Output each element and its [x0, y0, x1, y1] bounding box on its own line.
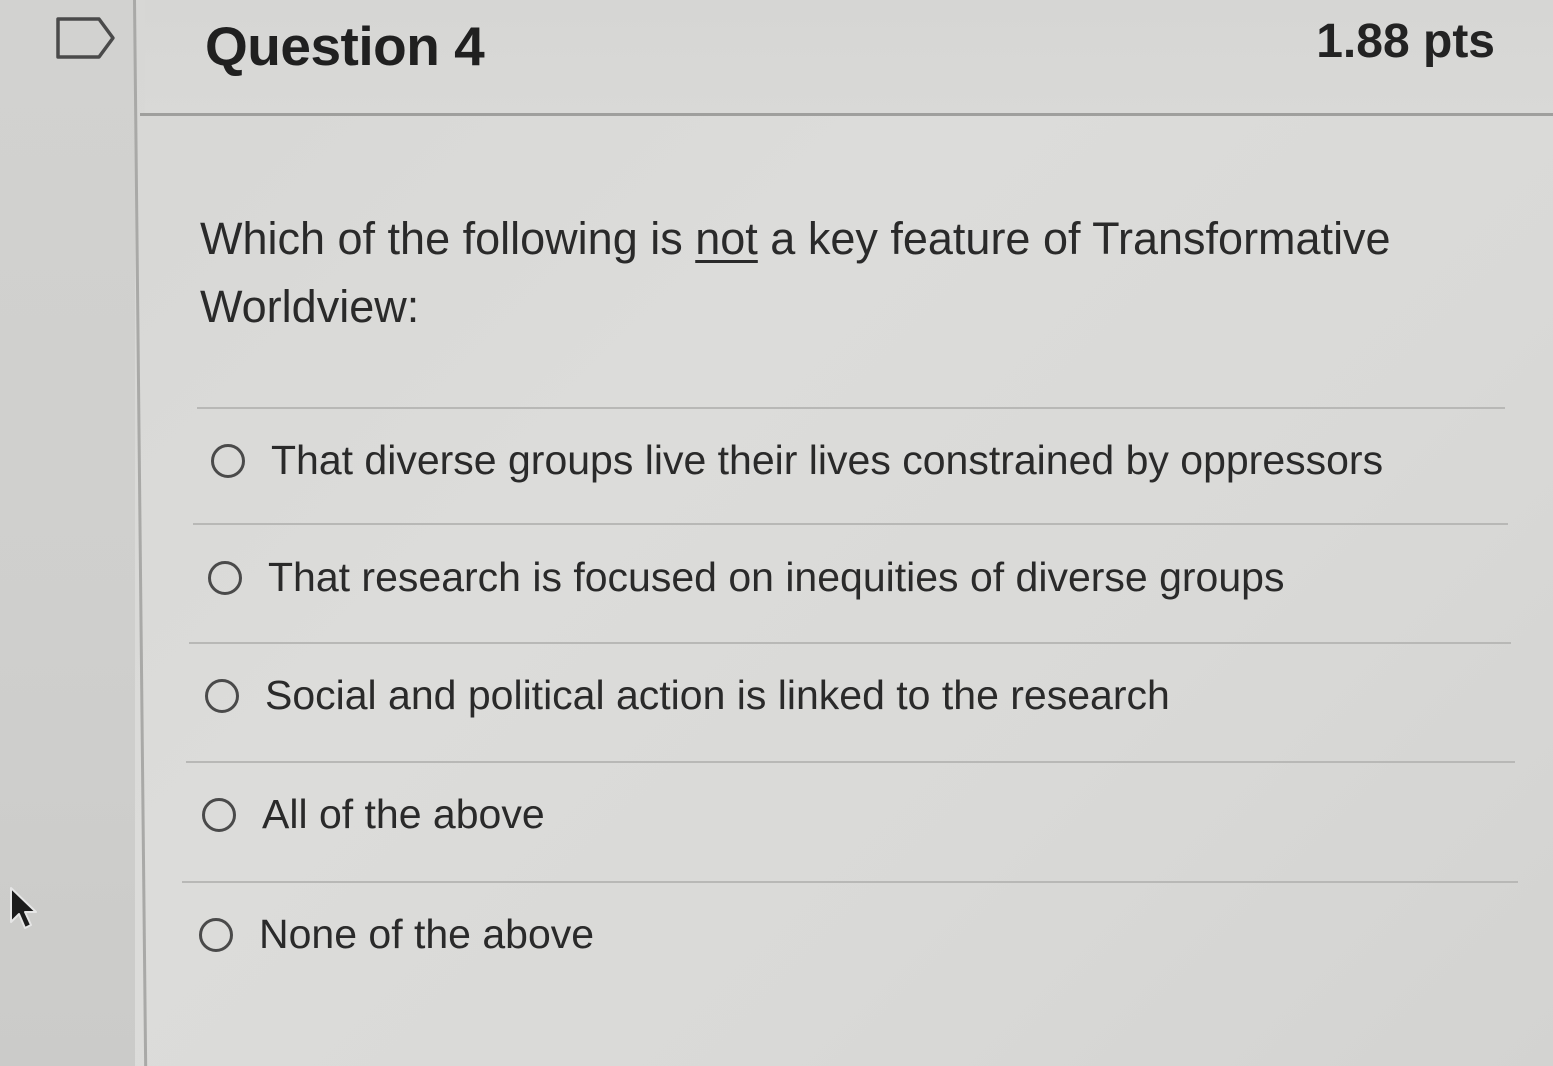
answer-option-label: That diverse groups live their lives con…: [271, 437, 1384, 483]
cursor-icon: [10, 887, 37, 929]
answer-option-label: All of the above: [262, 791, 545, 837]
answer-divider: [197, 407, 1505, 409]
answer-option[interactable]: Social and political action is linked to…: [205, 672, 1170, 719]
answer-option-label: Social and political action is linked to…: [265, 672, 1170, 718]
answer-option[interactable]: All of the above: [202, 791, 545, 838]
answer-option-label: That research is focused on inequities o…: [268, 554, 1285, 600]
answer-divider: [193, 523, 1508, 525]
answer-option[interactable]: That research is focused on inequities o…: [208, 554, 1284, 601]
question-text: Which of the following is not a key feat…: [200, 205, 1510, 341]
radio-icon[interactable]: [205, 678, 239, 713]
radio-icon[interactable]: [211, 443, 245, 478]
question-points: 1.88 pts: [1316, 15, 1495, 68]
header-divider: [140, 113, 1553, 116]
radio-icon[interactable]: [199, 917, 233, 952]
answer-divider: [182, 881, 1518, 883]
left-border: [133, 0, 148, 1066]
answer-option[interactable]: None of the above: [199, 911, 594, 958]
answer-divider: [186, 761, 1515, 763]
answer-option[interactable]: That diverse groups live their lives con…: [211, 437, 1383, 484]
radio-icon[interactable]: [208, 560, 242, 595]
radio-icon[interactable]: [202, 797, 236, 832]
question-title: Question 4: [205, 15, 485, 77]
answer-divider: [189, 642, 1511, 644]
flag-icon[interactable]: [55, 16, 117, 60]
question-text-emphasis: not: [695, 213, 758, 264]
answer-option-label: None of the above: [259, 911, 595, 957]
question-text-start: Which of the following is: [200, 213, 696, 264]
